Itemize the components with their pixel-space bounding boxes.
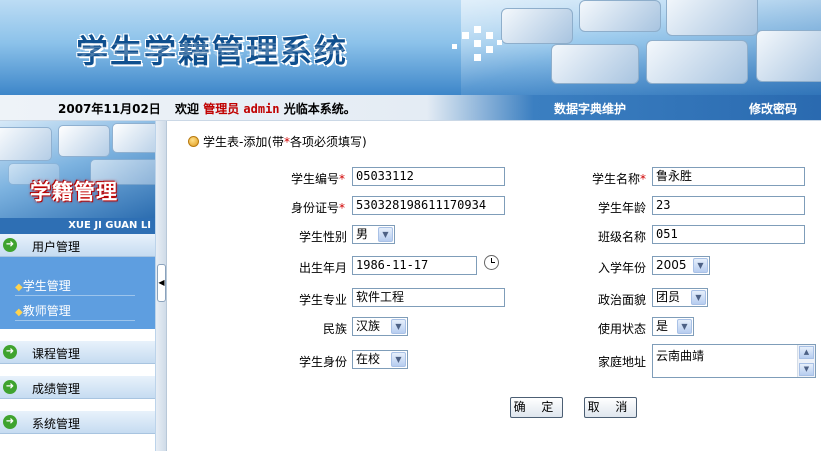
collapse-sidebar-button[interactable]: ◀: [157, 264, 166, 302]
gender-label: 学生性别: [298, 230, 347, 244]
gender-select[interactable]: 男 ▼: [352, 225, 395, 244]
student-name-label: 学生名称*: [591, 172, 646, 186]
political-value: 团员: [656, 290, 681, 304]
system-title-reflection: 学生学籍管理系统: [76, 40, 349, 58]
id-card-label: 身份证号*: [290, 201, 345, 215]
submenu-label: 学生管理: [22, 279, 71, 293]
sidebar: 学籍管理 XUE JI GUAN LI ➜ 用户管理 ◆学生管理 ◆教师管理 ➜…: [0, 121, 156, 451]
id-card-input[interactable]: 530328198611170934: [352, 196, 505, 215]
status-select[interactable]: 是 ▼: [652, 317, 694, 336]
chevron-down-icon[interactable]: ▼: [378, 227, 393, 242]
username: admin: [243, 102, 280, 116]
form-title: 学生表-添加(带*各项必须填写): [188, 133, 367, 150]
submenu-item-student[interactable]: ◆学生管理: [15, 277, 135, 296]
enroll-year-value: 2005: [656, 258, 687, 272]
form-title-prefix: 学生表-添加(带: [203, 135, 285, 149]
ethnicity-label: 民族: [322, 322, 347, 336]
arrow-right-circle-icon: ➜: [3, 380, 17, 394]
chevron-down-icon[interactable]: ▼: [677, 319, 692, 334]
bullet-icon: [188, 136, 199, 147]
status-value: 是: [656, 319, 669, 333]
identity-value: 在校: [356, 352, 381, 366]
ethnicity-select[interactable]: 汉族 ▼: [352, 317, 408, 336]
sidebar-banner-subtitle: XUE JI GUAN LI: [0, 218, 155, 234]
scroll-up-icon[interactable]: ▲: [799, 346, 814, 359]
address-textarea[interactable]: 云南曲靖 ▲ ▼: [652, 344, 816, 378]
major-input[interactable]: 软件工程: [352, 288, 505, 307]
age-label: 学生年龄: [597, 201, 646, 215]
birth-date-input[interactable]: 1986-11-17: [352, 256, 477, 275]
welcome-suffix: 光临本系统。: [283, 102, 356, 116]
keyboard-graphic: [461, 0, 821, 95]
student-no-input[interactable]: 05033112: [352, 167, 505, 186]
age-input[interactable]: 23: [652, 196, 805, 215]
enroll-year-select[interactable]: 2005 ▼: [652, 256, 710, 275]
address-value: 云南曲靖: [656, 349, 705, 363]
political-label: 政治面貌: [597, 293, 646, 307]
enroll-year-label: 入学年份: [597, 261, 646, 275]
chevron-down-icon[interactable]: ▼: [391, 352, 406, 367]
menu-user-management[interactable]: ➜ 用户管理: [0, 234, 155, 257]
menu-label: 系统管理: [32, 417, 81, 431]
chevron-down-icon[interactable]: ▼: [693, 258, 708, 273]
menu-label: 用户管理: [32, 240, 81, 254]
welcome-message: 欢迎 管理员 admin 光临本系统。: [175, 100, 356, 117]
user-role: 管理员: [203, 102, 240, 116]
arrow-right-circle-icon: ➜: [3, 415, 17, 429]
scroll-down-icon[interactable]: ▼: [799, 363, 814, 376]
menu-course-management[interactable]: ➜ 课程管理: [0, 341, 155, 364]
bullet-icon: ◆: [15, 307, 23, 318]
political-select[interactable]: 团员 ▼: [652, 288, 708, 307]
current-date: 2007年11月02日: [58, 102, 161, 116]
menu-grade-management[interactable]: ➜ 成绩管理: [0, 376, 155, 399]
chevron-down-icon[interactable]: ▼: [691, 290, 706, 305]
chevron-down-icon[interactable]: ▼: [391, 319, 406, 334]
arrow-right-circle-icon: ➜: [3, 345, 17, 359]
student-no-label: 学生编号*: [290, 172, 345, 186]
menu-label: 课程管理: [32, 347, 81, 361]
class-name-input[interactable]: 051: [652, 225, 805, 244]
status-label: 使用状态: [597, 322, 646, 336]
confirm-button[interactable]: 确 定: [510, 397, 563, 418]
ethnicity-value: 汉族: [356, 319, 381, 333]
identity-label: 学生身份: [298, 355, 347, 369]
submenu-label: 教师管理: [22, 304, 71, 318]
header-banner: 学生学籍管理系统 学生学籍管理系统: [0, 0, 821, 95]
top-info-bar: 2007年11月02日 欢迎 管理员 admin 光临本系统。 数据字典维护 修…: [0, 95, 821, 121]
date-picker-clock-icon[interactable]: [484, 255, 499, 270]
submenu-panel: ◆学生管理 ◆教师管理: [0, 257, 155, 329]
menu-label: 成绩管理: [32, 382, 81, 396]
cancel-button[interactable]: 取 消: [584, 397, 637, 418]
change-password-link[interactable]: 修改密码: [749, 100, 797, 117]
address-scrollbar[interactable]: ▲ ▼: [797, 345, 815, 377]
student-name-input[interactable]: 鲁永胜: [652, 167, 805, 186]
birth-date-label: 出生年月: [298, 261, 347, 275]
welcome-prefix: 欢迎: [175, 102, 200, 116]
sidebar-banner: 学籍管理: [0, 121, 155, 218]
gender-value: 男: [356, 227, 369, 241]
bullet-icon: ◆: [15, 282, 23, 293]
sidebar-banner-title: 学籍管理: [30, 179, 118, 204]
class-name-label: 班级名称: [597, 230, 646, 244]
address-label: 家庭地址: [597, 355, 646, 369]
data-dictionary-link[interactable]: 数据字典维护: [554, 100, 626, 117]
form-title-suffix: 各项必须填写): [290, 135, 367, 149]
arrow-right-circle-icon: ➜: [3, 238, 17, 252]
major-label: 学生专业: [298, 293, 347, 307]
menu-system-management[interactable]: ➜ 系统管理: [0, 411, 155, 434]
submenu-item-teacher[interactable]: ◆教师管理: [15, 302, 135, 321]
identity-select[interactable]: 在校 ▼: [352, 350, 408, 369]
sidebar-splitter[interactable]: ◀: [156, 121, 167, 451]
